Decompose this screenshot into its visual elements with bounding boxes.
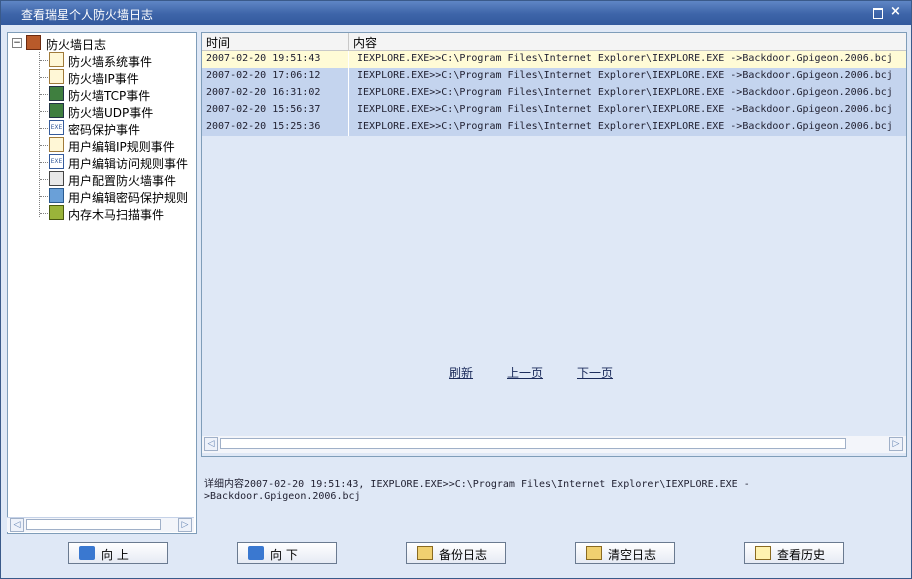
scroll-left-icon[interactable]: ◁ bbox=[204, 437, 218, 451]
button-label: 向 下 bbox=[270, 548, 298, 562]
arrow-right-icon bbox=[248, 546, 264, 560]
clear-icon bbox=[586, 546, 602, 560]
column-header-time[interactable]: 时间 bbox=[206, 34, 230, 51]
row-time: 2007-02-20 16:31:02 bbox=[206, 87, 321, 98]
tree-horizontal-scrollbar[interactable]: ◁ ▷ bbox=[7, 517, 194, 532]
tree-item-label: 防火墙UDP事件 bbox=[68, 106, 154, 120]
detail-line: 详细内容2007-02-20 19:51:43, IEXPLORE.EXE>>C… bbox=[204, 479, 750, 490]
move-down-button[interactable]: 向 下 bbox=[237, 542, 337, 564]
computer-icon bbox=[49, 86, 64, 101]
row-content: IEXPLORE.EXE>>C:\Program Files\Internet … bbox=[357, 121, 893, 132]
log-list: 时间 内容 2007-02-20 19:51:43 IEXPLORE.EXE>>… bbox=[201, 32, 907, 457]
history-icon bbox=[755, 546, 771, 560]
row-time: 2007-02-20 17:06:12 bbox=[206, 70, 321, 81]
tree-root-label: 防火墙日志 bbox=[46, 38, 107, 52]
button-label: 查看历史 bbox=[777, 548, 826, 562]
list-horizontal-scrollbar[interactable]: ◁ ▷ bbox=[202, 436, 906, 453]
ip-document-icon bbox=[49, 69, 64, 84]
title-bar[interactable]: 查看瑞星个人防火墙日志 × bbox=[1, 1, 911, 25]
log-category-tree: − 防火墙日志 防火墙系统事件 防火墙IP事件 防火墙TCP事件 防火墙UDP事… bbox=[7, 32, 197, 534]
clear-log-button[interactable]: 清空日志 bbox=[575, 542, 675, 564]
scan-icon bbox=[49, 205, 64, 220]
previous-page-link[interactable]: 上一页 bbox=[507, 364, 543, 381]
table-row[interactable]: 2007-02-20 15:56:37 IEXPLORE.EXE>>C:\Pro… bbox=[202, 102, 906, 119]
row-time: 2007-02-20 15:56:37 bbox=[206, 104, 321, 115]
scroll-right-icon[interactable]: ▷ bbox=[178, 518, 192, 532]
tree-item-label: 用户编辑访问规则事件 bbox=[68, 157, 189, 171]
computer-icon bbox=[49, 103, 64, 118]
collapse-icon[interactable]: − bbox=[12, 38, 22, 48]
tree-item-label: 防火墙TCP事件 bbox=[68, 89, 151, 103]
document-icon bbox=[49, 52, 64, 67]
table-row[interactable]: 2007-02-20 19:51:43 IEXPLORE.EXE>>C:\Pro… bbox=[202, 51, 906, 68]
list-header: 时间 内容 bbox=[202, 33, 906, 51]
detail-text: 详细内容2007-02-20 19:51:43, IEXPLORE.EXE>>C… bbox=[204, 479, 844, 503]
view-history-button[interactable]: 查看历史 bbox=[744, 542, 844, 564]
button-label: 向 上 bbox=[101, 548, 129, 562]
tree-item-label: 用户编辑密码保护规则 bbox=[68, 191, 189, 205]
column-header-content[interactable]: 内容 bbox=[353, 34, 377, 51]
tree-item-label: 防火墙IP事件 bbox=[68, 72, 139, 86]
user-icon bbox=[49, 188, 64, 203]
tree-item-label: 用户编辑IP规则事件 bbox=[68, 140, 175, 154]
detail-line: >Backdoor.Gpigeon.2006.bcj bbox=[204, 491, 361, 502]
exe-icon: EXE bbox=[49, 154, 64, 169]
table-row[interactable]: 2007-02-20 16:31:02 IEXPLORE.EXE>>C:\Pro… bbox=[202, 85, 906, 102]
tree-item-label: 内存木马扫描事件 bbox=[68, 206, 165, 223]
log-book-icon bbox=[26, 35, 41, 50]
next-page-link[interactable]: 下一页 bbox=[577, 364, 613, 381]
window-title: 查看瑞星个人防火墙日志 bbox=[21, 8, 154, 22]
scroll-thumb[interactable] bbox=[26, 519, 161, 530]
scroll-right-icon[interactable]: ▷ bbox=[889, 437, 903, 451]
table-row[interactable]: 2007-02-20 15:25:36 IEXPLORE.EXE>>C:\Pro… bbox=[202, 119, 906, 136]
maximize-button[interactable] bbox=[873, 8, 883, 19]
row-time: 2007-02-20 15:25:36 bbox=[206, 121, 321, 132]
refresh-link[interactable]: 刷新 bbox=[449, 364, 473, 381]
ip-document-icon bbox=[49, 137, 64, 152]
button-label: 清空日志 bbox=[608, 548, 657, 562]
exe-icon: EXE bbox=[49, 120, 64, 135]
table-row[interactable]: 2007-02-20 17:06:12 IEXPLORE.EXE>>C:\Pro… bbox=[202, 68, 906, 85]
button-label: 备份日志 bbox=[439, 548, 488, 562]
move-up-button[interactable]: 向 上 bbox=[68, 542, 168, 564]
log-viewer-window: 查看瑞星个人防火墙日志 × − 防火墙日志 防火墙系统事件 防火墙IP事件 防火… bbox=[0, 0, 912, 579]
close-button[interactable]: × bbox=[890, 5, 901, 18]
scroll-left-icon[interactable]: ◁ bbox=[10, 518, 24, 532]
backup-log-button[interactable]: 备份日志 bbox=[406, 542, 506, 564]
tree-item-label: 密码保护事件 bbox=[68, 123, 141, 137]
backup-icon bbox=[417, 546, 433, 560]
row-content: IEXPLORE.EXE>>C:\Program Files\Internet … bbox=[357, 70, 893, 81]
settings-icon bbox=[49, 171, 64, 186]
row-content: IEXPLORE.EXE>>C:\Program Files\Internet … bbox=[357, 53, 893, 64]
tree-item-label: 防火墙系统事件 bbox=[68, 55, 153, 69]
arrow-left-icon bbox=[79, 546, 95, 560]
row-time: 2007-02-20 19:51:43 bbox=[206, 53, 321, 64]
row-content: IEXPLORE.EXE>>C:\Program Files\Internet … bbox=[357, 87, 893, 98]
scroll-thumb[interactable] bbox=[220, 438, 846, 449]
row-content: IEXPLORE.EXE>>C:\Program Files\Internet … bbox=[357, 104, 893, 115]
tree-item-label: 用户配置防火墙事件 bbox=[68, 174, 177, 188]
